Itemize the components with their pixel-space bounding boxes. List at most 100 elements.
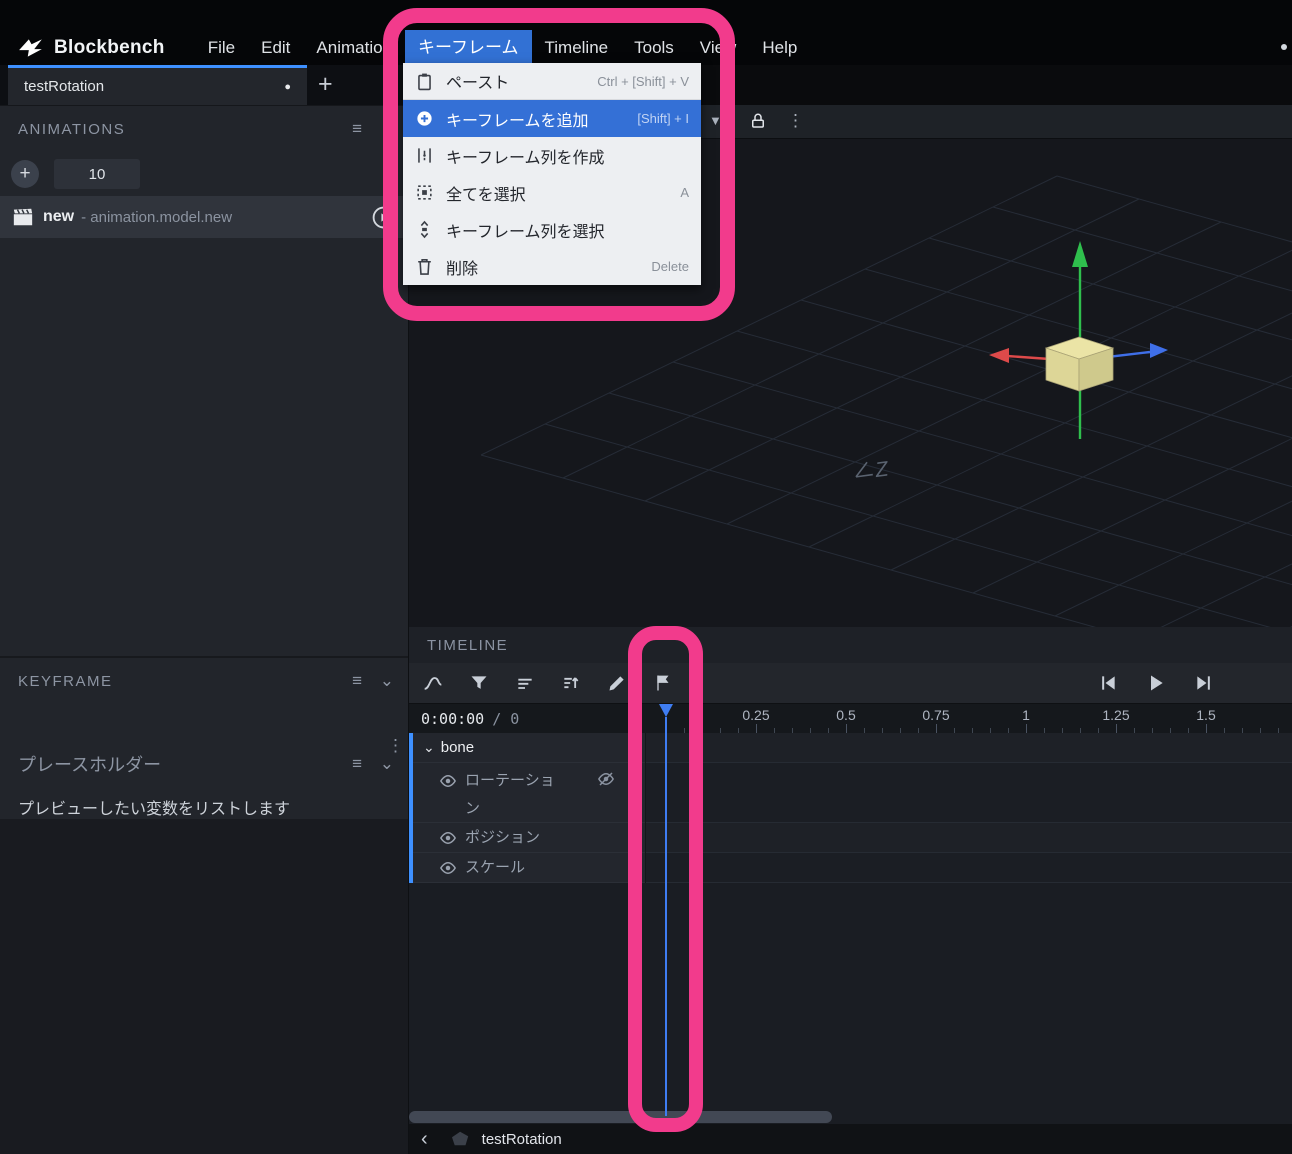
animation-name: new bbox=[43, 208, 75, 225]
timeline-title: TIMELINE bbox=[427, 636, 509, 654]
app-window: Blockbench File Edit Animation キーフレーム Ti… bbox=[0, 0, 1292, 1154]
track-row-scale[interactable]: スケール – bbox=[409, 853, 645, 883]
visibility-eye-icon[interactable] bbox=[439, 829, 457, 847]
track-name: ローテーション bbox=[465, 772, 555, 817]
placeholder-panel: プレースホルダー ≡ ⌄ プレビューしたい変数をリストします bbox=[0, 741, 408, 819]
track-row-bone[interactable]: ⌄ bone – bbox=[409, 733, 645, 763]
tool-dropdown-icon[interactable]: ▼ bbox=[709, 113, 722, 128]
playhead-line bbox=[665, 717, 667, 1116]
keyframe-panel-title: KEYFRAME bbox=[18, 672, 113, 690]
track-dash: – bbox=[628, 827, 637, 844]
animations-controls: + ⋮ bbox=[0, 152, 408, 196]
unsaved-dot-icon: ● bbox=[284, 80, 291, 93]
animations-panel-title: ANIMATIONS bbox=[18, 120, 126, 138]
timeline-track-list: ⌄ bone – ローテーション – ポジション – スケール – bbox=[409, 733, 646, 883]
sort-icon[interactable] bbox=[561, 673, 581, 693]
menu-tools[interactable]: Tools bbox=[621, 30, 687, 65]
timeline-track-area[interactable] bbox=[646, 733, 1292, 883]
current-time: 0:00:00 bbox=[421, 709, 485, 728]
add-animation-button[interactable]: + bbox=[11, 160, 39, 188]
placeholder-panel-title: プレースホルダー bbox=[18, 755, 162, 775]
timeline-ruler-row: 0:00:00 / 0 0.25 0.5 0.75 1 1.25 1.5 bbox=[409, 703, 1292, 733]
panel-drag-handle-icon[interactable]: ≡ bbox=[352, 119, 362, 139]
animation-list-item[interactable]: new - animation.model.new bbox=[0, 196, 408, 238]
animations-menu-kebab-icon[interactable]: ⋮ bbox=[387, 165, 404, 185]
menu-item-select-keyframe-column[interactable]: キーフレーム列を選択 bbox=[403, 211, 701, 248]
menu-file[interactable]: File bbox=[195, 30, 248, 65]
paste-icon bbox=[415, 72, 434, 91]
panel-fold-icon[interactable]: ⌄ bbox=[380, 754, 394, 774]
keyframe-column-icon bbox=[415, 146, 434, 165]
menu-view[interactable]: View bbox=[687, 30, 750, 65]
viewport-menu-kebab-icon[interactable]: ⋮ bbox=[787, 111, 804, 131]
timeline-statusbar: ‹ testRotation bbox=[409, 1124, 1292, 1154]
trash-icon bbox=[415, 257, 434, 276]
playback-controls bbox=[1098, 663, 1214, 703]
visibility-eye-icon[interactable] bbox=[439, 859, 457, 877]
left-sidebar: ANIMATIONS ≡ ⌄ + ⋮ new - animation.model… bbox=[0, 105, 408, 1154]
track-name: ポジション bbox=[465, 828, 541, 846]
selected-tracks-accent bbox=[409, 733, 413, 883]
track-name: スケール bbox=[465, 858, 526, 876]
menu-help[interactable]: Help bbox=[749, 30, 810, 65]
track-name: bone bbox=[440, 739, 475, 756]
placeholder-description: プレビューしたい変数をリストします bbox=[18, 801, 291, 818]
model-cube[interactable] bbox=[1044, 336, 1115, 392]
track-row-rotation[interactable]: ローテーション – bbox=[409, 763, 645, 823]
lines-icon[interactable] bbox=[515, 673, 535, 693]
blockbench-logo-icon bbox=[18, 34, 46, 62]
keyframe-context-menu: ペースト Ctrl + [Shift] + V キーフレームを追加 [Shift… bbox=[403, 63, 701, 285]
menu-item-paste[interactable]: ペースト Ctrl + [Shift] + V bbox=[403, 63, 701, 100]
svg-text:Z: Z bbox=[873, 457, 891, 482]
play-icon[interactable] bbox=[1146, 673, 1166, 693]
graph-editor-icon[interactable] bbox=[423, 673, 443, 693]
visibility-off-eye-icon[interactable] bbox=[597, 770, 615, 788]
menu-edit[interactable]: Edit bbox=[248, 30, 303, 65]
back-chevron-icon[interactable]: ‹ bbox=[421, 1126, 428, 1152]
menu-timeline[interactable]: Timeline bbox=[532, 30, 622, 65]
add-circle-icon bbox=[415, 109, 434, 128]
tab-bar: testRotation ● + bbox=[0, 65, 408, 105]
panel-fold-icon[interactable]: ⌄ bbox=[380, 671, 394, 691]
time-ruler[interactable]: 0.25 0.5 0.75 1 1.25 1.5 bbox=[646, 704, 1292, 733]
tab-testrotation[interactable]: testRotation ● bbox=[8, 65, 307, 105]
ruler-label: 0.5 bbox=[836, 707, 856, 723]
track-dash: – bbox=[628, 767, 637, 784]
menu-animation[interactable]: Animation bbox=[303, 30, 405, 65]
timeline-header: TIMELINE bbox=[409, 627, 1292, 663]
panel-drag-handle-icon[interactable]: ≡ bbox=[352, 671, 362, 691]
panel-fold-icon[interactable]: ⌄ bbox=[380, 119, 394, 139]
menu-item-create-keyframe-column[interactable]: キーフレーム列を作成 bbox=[403, 137, 701, 174]
menu-keyframe[interactable]: キーフレーム bbox=[405, 30, 532, 65]
flag-icon[interactable] bbox=[653, 673, 673, 693]
track-row-position[interactable]: ポジション – bbox=[409, 823, 645, 853]
track-dash: – bbox=[628, 737, 637, 754]
menu-item-add-keyframe[interactable]: キーフレームを追加 [Shift] + I bbox=[403, 100, 701, 137]
menu-item-select-all[interactable]: 全てを選択 A bbox=[403, 174, 701, 211]
unfold-icon bbox=[415, 220, 434, 239]
menu-item-delete[interactable]: 削除 Delete bbox=[403, 248, 701, 285]
marker-pen-icon[interactable] bbox=[607, 673, 627, 693]
timeline-panel: TIMELINE 0:00:00 / 0 0.25 0.5 0.75 1 1.2… bbox=[408, 627, 1292, 1154]
animation-snap-input[interactable] bbox=[54, 159, 140, 189]
chevron-down-icon[interactable]: ⌄ bbox=[423, 739, 435, 756]
filter-icon[interactable] bbox=[469, 673, 489, 693]
ruler-label: 0.25 bbox=[742, 707, 770, 723]
new-tab-button[interactable]: + bbox=[318, 65, 333, 105]
app-title: Blockbench bbox=[54, 36, 165, 58]
visibility-eye-icon[interactable] bbox=[439, 772, 457, 790]
time-display: 0:00:00 / 0 bbox=[409, 704, 646, 733]
clapperboard-icon bbox=[12, 206, 34, 228]
lock-icon[interactable] bbox=[749, 112, 767, 130]
jump-to-start-icon[interactable] bbox=[1098, 673, 1118, 693]
playhead-marker[interactable] bbox=[659, 704, 673, 717]
timeline-scrollbar[interactable] bbox=[409, 1111, 832, 1123]
track-dash: – bbox=[628, 857, 637, 874]
jump-to-end-icon[interactable] bbox=[1194, 673, 1214, 693]
ruler-label: 1 bbox=[1022, 707, 1030, 723]
keyframe-panel: KEYFRAME ≡ ⌄ ⋮ bbox=[0, 656, 408, 755]
total-time: / 0 bbox=[492, 709, 520, 728]
panel-drag-handle-icon[interactable]: ≡ bbox=[352, 754, 362, 774]
select-all-icon bbox=[415, 183, 434, 202]
play-animation-button[interactable] bbox=[371, 205, 396, 230]
